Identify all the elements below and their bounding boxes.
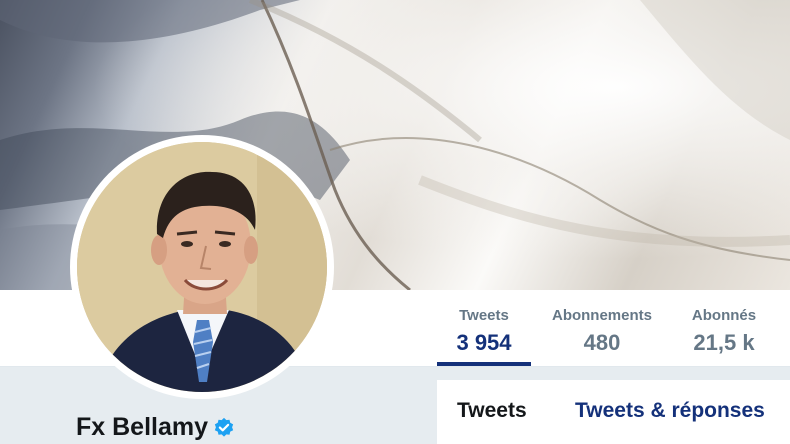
tab-tweets[interactable]: Tweets: [457, 399, 527, 423]
stat-label: Tweets: [459, 307, 509, 324]
stat-value: 3 954: [456, 330, 512, 355]
stat-label: Abonnements: [551, 307, 652, 324]
stat-value: 480: [583, 330, 621, 355]
timeline-tabs: Tweets Tweets & réponses: [437, 380, 790, 444]
profile-name-row: Fx Bellamy: [76, 413, 235, 442]
profile-avatar[interactable]: [70, 135, 334, 399]
stat-tweets[interactable]: Tweets 3 954: [437, 290, 531, 366]
stat-followers[interactable]: Abonnés 21,5 k: [680, 290, 768, 366]
tab-tweets-replies[interactable]: Tweets & réponses: [575, 399, 765, 423]
verified-badge-icon: [214, 417, 234, 437]
stat-label: Abonnés: [691, 307, 757, 324]
avatar-portrait: [77, 142, 327, 392]
stat-following[interactable]: Abonnements 480: [544, 290, 660, 366]
avatar-photo: [77, 142, 327, 392]
stat-value: 21,5 k: [693, 330, 755, 355]
profile-name[interactable]: Fx Bellamy: [76, 413, 208, 442]
